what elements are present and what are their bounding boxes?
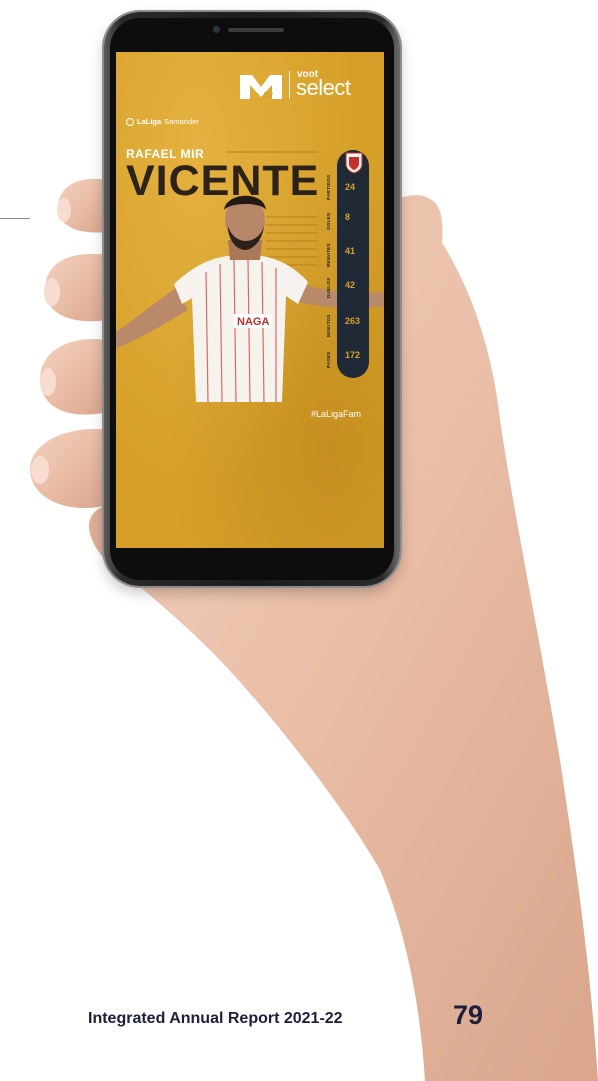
report-title: Integrated Annual Report 2021-22	[88, 1010, 343, 1027]
stat-label-pases: PASES	[326, 351, 331, 368]
phone-screen: tv voot select LaLiga Santander RAFAEL M…	[116, 52, 384, 548]
stat-value-remates: 41	[345, 246, 356, 256]
svg-text:tv: tv	[264, 90, 273, 101]
stat-label-goles: GOLES	[326, 212, 331, 230]
earpiece-speaker	[228, 28, 284, 32]
shirt-sponsor: NAGA	[237, 316, 269, 328]
hashtag-text: #LaLigaFam	[311, 409, 362, 419]
stat-label-partidos: PARTIDOS	[326, 174, 331, 200]
laliga-icon	[126, 117, 134, 126]
sevilla-crest-icon	[345, 152, 363, 174]
stat-value-pases: 172	[345, 350, 361, 360]
laliga-logo: LaLiga Santander	[126, 117, 199, 126]
santander-label: Santander	[164, 117, 199, 126]
front-camera-icon	[213, 26, 220, 33]
stat-label-minutos: MINUTOS	[326, 314, 331, 337]
laliga-label: LaLiga	[137, 117, 162, 126]
brand-divider	[289, 71, 290, 99]
stat-label-duelos: DUELOS	[326, 277, 331, 298]
stat-value-duelos: 42	[345, 280, 356, 290]
stat-value-minutos: 263	[345, 316, 361, 326]
stat-label-remates: REMATES	[326, 243, 331, 267]
voot-logo-select: select	[296, 75, 351, 100]
stat-value-partidos: 24	[345, 182, 356, 192]
page-number: 79	[453, 1000, 484, 1030]
mtv-logo-icon: tv	[240, 75, 282, 101]
stat-value-goles: 8	[345, 212, 351, 222]
